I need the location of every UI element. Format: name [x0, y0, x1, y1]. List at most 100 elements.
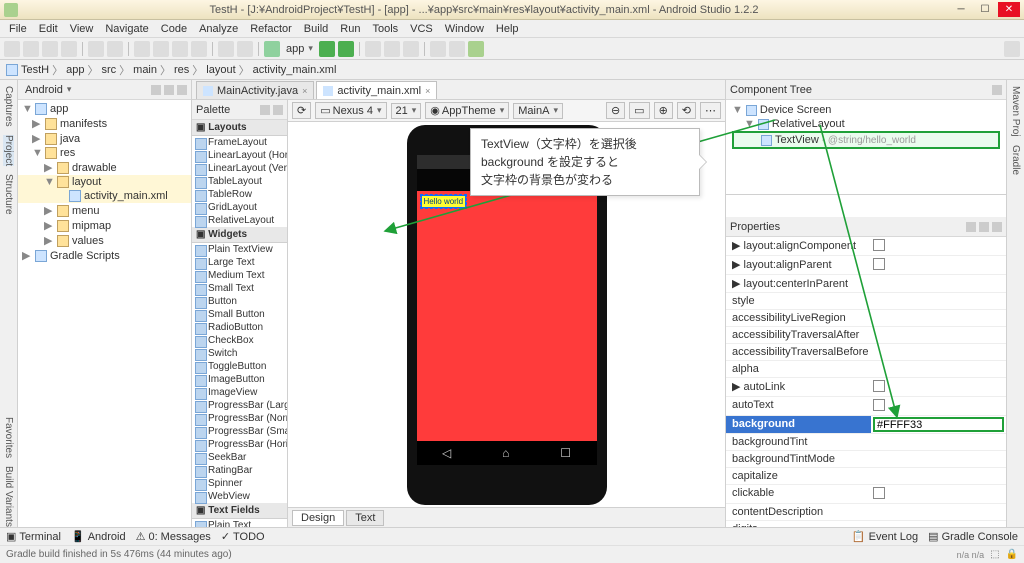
crumb[interactable]: app: [66, 64, 84, 76]
palette-item[interactable]: ProgressBar (Horizontal): [192, 438, 287, 451]
property-row[interactable]: background: [726, 416, 1006, 434]
run-config-dropdown[interactable]: app: [283, 43, 316, 55]
status-tab-terminal[interactable]: ▣ Terminal: [6, 530, 61, 543]
prop-sort-icon[interactable]: [979, 222, 989, 232]
palette-gear-icon[interactable]: [260, 105, 270, 115]
property-checkbox[interactable]: [873, 239, 885, 251]
palette-item[interactable]: RelativeLayout: [192, 214, 287, 227]
hide-icon[interactable]: [177, 85, 187, 95]
menu-view[interactable]: View: [65, 22, 99, 36]
property-checkbox[interactable]: [873, 380, 885, 392]
project-tree[interactable]: ▼app▶manifests▶java▼res▶drawable▼layouta…: [18, 100, 191, 527]
palette-item[interactable]: RatingBar: [192, 464, 287, 477]
menu-analyze[interactable]: Analyze: [194, 22, 243, 36]
minimize-button[interactable]: ─: [950, 2, 972, 17]
palette-item[interactable]: LinearLayout (Vertical): [192, 162, 287, 175]
tree-node[interactable]: ▼app: [18, 102, 191, 116]
palette-item[interactable]: Medium Text: [192, 269, 287, 282]
palette-category[interactable]: ▣ Text Fields: [192, 503, 287, 519]
crumb[interactable]: activity_main.xml: [253, 64, 337, 76]
zoom-in-icon[interactable]: ⊕: [654, 102, 673, 119]
cut-icon[interactable]: [134, 41, 150, 57]
sdk-icon[interactable]: [384, 41, 400, 57]
palette-item[interactable]: LinearLayout (Horizontal): [192, 149, 287, 162]
tree-node[interactable]: ▼layout: [18, 175, 191, 189]
search-icon[interactable]: [1004, 41, 1020, 57]
menu-help[interactable]: Help: [491, 22, 524, 36]
debug-icon[interactable]: [338, 41, 354, 57]
status-tab-messages[interactable]: ⚠ 0: Messages: [136, 530, 211, 543]
overflow-icon[interactable]: ⋯: [700, 102, 721, 119]
properties-list[interactable]: ▶ layout:alignComponent▶ layout:alignPar…: [726, 237, 1006, 527]
open-icon[interactable]: [4, 41, 20, 57]
property-row[interactable]: accessibilityLiveRegion: [726, 310, 1006, 327]
palette-item[interactable]: Plain TextView: [192, 243, 287, 256]
tab-design[interactable]: Design: [292, 510, 344, 526]
palette-item[interactable]: FrameLayout: [192, 136, 287, 149]
component-tree-node[interactable]: ▼ RelativeLayout: [732, 117, 1000, 131]
ddms-icon[interactable]: [403, 41, 419, 57]
zoom-out-icon[interactable]: ⊖: [606, 102, 625, 119]
save-icon[interactable]: [23, 41, 39, 57]
tree-node[interactable]: ▶mipmap: [18, 218, 191, 233]
palette-item[interactable]: TableLayout: [192, 175, 287, 188]
palette-item[interactable]: WebView: [192, 490, 287, 503]
tab-text[interactable]: Text: [346, 510, 384, 526]
close-button[interactable]: ✕: [998, 2, 1020, 17]
status-tab-android[interactable]: 📱 Android: [71, 530, 126, 543]
sidetab-maven[interactable]: Maven Proj: [1010, 86, 1021, 137]
device-dropdown[interactable]: ▭ Nexus 4: [315, 102, 386, 119]
help-icon[interactable]: [449, 41, 465, 57]
fwd-icon[interactable]: [237, 41, 253, 57]
palette-item[interactable]: Small Button: [192, 308, 287, 321]
back-icon[interactable]: [218, 41, 234, 57]
sidetab-structure[interactable]: Structure: [3, 174, 14, 215]
prop-help-icon[interactable]: [966, 222, 976, 232]
palette-item[interactable]: ToggleButton: [192, 360, 287, 373]
sidetab-captures[interactable]: Captures: [3, 86, 14, 127]
palette-item[interactable]: Large Text: [192, 256, 287, 269]
palette-item[interactable]: TableRow: [192, 188, 287, 201]
palette-item[interactable]: Spinner: [192, 477, 287, 490]
activity-dropdown[interactable]: MainA: [513, 103, 563, 119]
save-all-icon[interactable]: [42, 41, 58, 57]
crumb[interactable]: main: [133, 64, 157, 76]
find-icon[interactable]: [191, 41, 207, 57]
palette-item[interactable]: ProgressBar (Normal): [192, 412, 287, 425]
ct-hide-icon[interactable]: [992, 85, 1002, 95]
palette-item[interactable]: Switch: [192, 347, 287, 360]
sidetab-favorites[interactable]: Favorites: [3, 417, 14, 458]
tree-node[interactable]: ▶values: [18, 233, 191, 248]
device-content[interactable]: Hello world: [417, 191, 597, 441]
status-event-log[interactable]: 📋 Event Log: [852, 530, 918, 543]
property-row[interactable]: accessibilityTraversalBefore: [726, 344, 1006, 361]
gear-icon[interactable]: [164, 85, 174, 95]
property-row[interactable]: ▶ autoLink: [726, 378, 1006, 397]
tree-node[interactable]: ▶java: [18, 131, 191, 146]
palette-category[interactable]: ▣ Layouts: [192, 120, 287, 136]
tree-node[interactable]: ▼res: [18, 146, 191, 160]
menu-tools[interactable]: Tools: [367, 22, 403, 36]
property-checkbox[interactable]: [873, 399, 885, 411]
property-row[interactable]: ▶ layout:alignComponent: [726, 237, 1006, 256]
rotate-icon[interactable]: ⟳: [292, 102, 311, 119]
palette-hide-icon[interactable]: [273, 105, 283, 115]
android-icon[interactable]: [468, 41, 484, 57]
copy-icon[interactable]: [153, 41, 169, 57]
undo-icon[interactable]: [88, 41, 104, 57]
menu-run[interactable]: Run: [335, 22, 365, 36]
property-row[interactable]: capitalize: [726, 468, 1006, 485]
menu-vcs[interactable]: VCS: [405, 22, 438, 36]
tree-node[interactable]: activity_main.xml: [18, 189, 191, 203]
property-row[interactable]: contentDescription: [726, 504, 1006, 521]
property-row[interactable]: backgroundTintMode: [726, 451, 1006, 468]
prop-filter-icon[interactable]: [992, 222, 1002, 232]
palette-item[interactable]: RadioButton: [192, 321, 287, 334]
property-row[interactable]: clickable: [726, 485, 1006, 504]
property-row[interactable]: digits: [726, 521, 1006, 527]
palette-item[interactable]: SeekBar: [192, 451, 287, 464]
theme-dropdown[interactable]: ◉AppTheme: [425, 102, 509, 119]
tree-node[interactable]: ▶menu: [18, 203, 191, 218]
palette-item[interactable]: ProgressBar (Small): [192, 425, 287, 438]
settings-icon[interactable]: [430, 41, 446, 57]
